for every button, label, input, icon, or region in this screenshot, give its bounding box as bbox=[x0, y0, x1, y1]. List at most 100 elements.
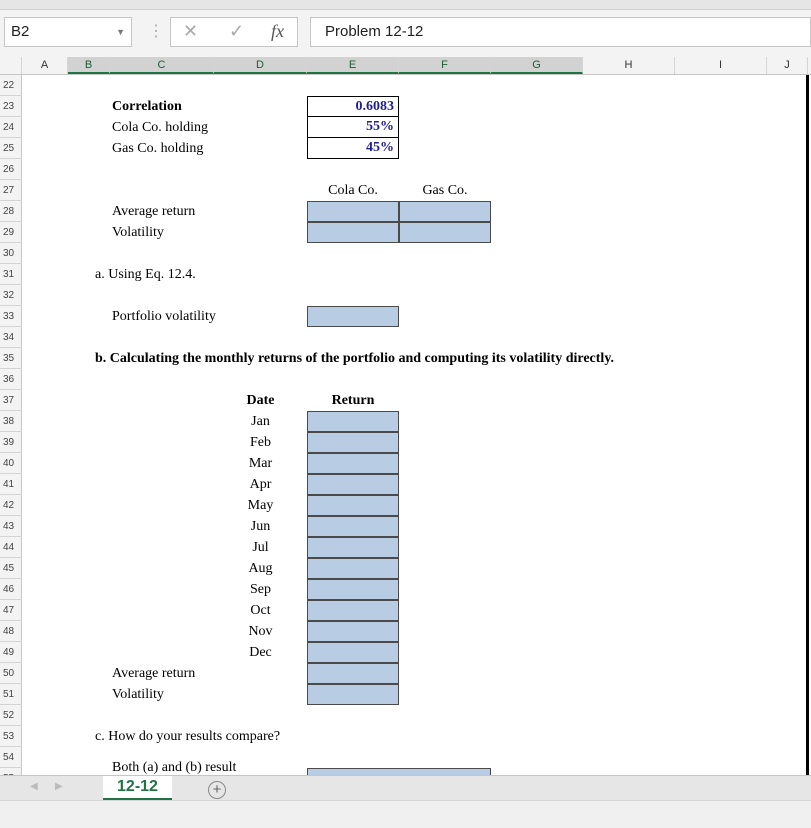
row-header-40[interactable]: 40 bbox=[0, 453, 22, 474]
row-header-46[interactable]: 46 bbox=[0, 579, 22, 600]
row-header-48[interactable]: 48 bbox=[0, 621, 22, 642]
row-header-22[interactable]: 22 bbox=[0, 75, 22, 96]
row-header-25[interactable]: 25 bbox=[0, 138, 22, 159]
column-header-I[interactable]: I bbox=[675, 57, 767, 74]
row-header-49[interactable]: 49 bbox=[0, 642, 22, 663]
scroll-left-icon[interactable]: ◀ bbox=[30, 781, 38, 792]
row-header-55[interactable]: 55 bbox=[0, 768, 22, 775]
more-options-icon[interactable]: ⋮ bbox=[148, 21, 164, 41]
month-label: Jul bbox=[252, 540, 269, 555]
volatility-label-b: Volatility bbox=[112, 687, 164, 702]
column-header-F[interactable]: F bbox=[399, 57, 491, 74]
part-c-answer-label: Both (a) and (b) result bbox=[112, 760, 237, 775]
row-header-47[interactable]: 47 bbox=[0, 600, 22, 621]
gas-average-return-cell[interactable] bbox=[399, 201, 491, 222]
cola-volatility-cell[interactable] bbox=[307, 222, 399, 243]
add-sheet-icon[interactable]: + bbox=[208, 781, 226, 799]
row-header-31[interactable]: 31 bbox=[0, 264, 22, 285]
spreadsheet-grid[interactable]: 22 23 24 25 26 27 28 29 30 31 32 33 34 35 36 37 38 39 40 41… bbox=[0, 75, 811, 775]
monthly-return-cell[interactable] bbox=[307, 579, 399, 600]
average-return-label-b: Average return bbox=[112, 666, 196, 681]
gas-holding-cell[interactable]: 45% bbox=[307, 138, 399, 159]
cola-holding-cell[interactable]: 55% bbox=[307, 117, 399, 138]
row-header-24[interactable]: 24 bbox=[0, 117, 22, 138]
formula-input[interactable]: Problem 12-12 bbox=[310, 17, 811, 47]
part-b-title: b. Calculating the monthly returns of th… bbox=[95, 351, 615, 366]
name-box[interactable]: B2 ▼ bbox=[4, 17, 132, 47]
portfolio-average-return-cell[interactable] bbox=[307, 663, 399, 684]
row-header-34[interactable]: 34 bbox=[0, 327, 22, 348]
cancel-icon[interactable]: ✕ bbox=[183, 21, 198, 42]
window-top-strip bbox=[0, 0, 811, 10]
month-label: Feb bbox=[250, 435, 271, 450]
chevron-down-icon[interactable]: ▼ bbox=[116, 18, 125, 46]
row-header-38[interactable]: 38 bbox=[0, 411, 22, 432]
cola-average-return-cell[interactable] bbox=[307, 201, 399, 222]
row-header-26[interactable]: 26 bbox=[0, 159, 22, 180]
monthly-return-cell[interactable] bbox=[307, 558, 399, 579]
monthly-return-cell[interactable] bbox=[307, 600, 399, 621]
row-header-50[interactable]: 50 bbox=[0, 663, 22, 684]
row-header-27[interactable]: 27 bbox=[0, 180, 22, 201]
gas-volatility-cell[interactable] bbox=[399, 222, 491, 243]
monthly-return-cell[interactable] bbox=[307, 642, 399, 663]
row-header-37[interactable]: 37 bbox=[0, 390, 22, 411]
monthly-return-cell[interactable] bbox=[307, 453, 399, 474]
part-c-answer-cell[interactable] bbox=[307, 768, 491, 775]
row-header-36[interactable]: 36 bbox=[0, 369, 22, 390]
month-label: Oct bbox=[250, 603, 271, 618]
row-header-52[interactable]: 52 bbox=[0, 705, 22, 726]
month-label: Jan bbox=[251, 414, 270, 429]
return-header: Return bbox=[331, 393, 375, 408]
column-header-B[interactable]: B bbox=[68, 57, 110, 74]
monthly-return-cell[interactable] bbox=[307, 411, 399, 432]
sheet-tab-12-12[interactable]: 12-12 bbox=[103, 776, 172, 800]
column-header-G[interactable]: G bbox=[491, 57, 583, 74]
row-header-54[interactable]: 54 bbox=[0, 747, 22, 768]
monthly-return-cell[interactable] bbox=[307, 495, 399, 516]
row-header-43[interactable]: 43 bbox=[0, 516, 22, 537]
column-header-H[interactable]: H bbox=[583, 57, 675, 74]
row-header-28[interactable]: 28 bbox=[0, 201, 22, 222]
select-all-button[interactable] bbox=[0, 57, 22, 74]
row-header-30[interactable]: 30 bbox=[0, 243, 22, 264]
month-label: Apr bbox=[249, 477, 272, 492]
portfolio-volatility-direct-cell[interactable] bbox=[307, 684, 399, 705]
part-c-title: c. How do your results compare? bbox=[95, 729, 281, 744]
monthly-return-cell[interactable] bbox=[307, 621, 399, 642]
row-header-29[interactable]: 29 bbox=[0, 222, 22, 243]
scroll-right-icon[interactable]: ▶ bbox=[55, 781, 63, 792]
month-label: Jun bbox=[250, 519, 271, 534]
monthly-return-cell[interactable] bbox=[307, 432, 399, 453]
row-header-23[interactable]: 23 bbox=[0, 96, 22, 117]
column-header-C[interactable]: C bbox=[110, 57, 214, 74]
row-header-51[interactable]: 51 bbox=[0, 684, 22, 705]
print-area-border bbox=[806, 75, 809, 775]
column-header-J[interactable]: J bbox=[767, 57, 808, 74]
monthly-return-cell[interactable] bbox=[307, 537, 399, 558]
column-header-A[interactable]: A bbox=[22, 57, 68, 74]
row-header-45[interactable]: 45 bbox=[0, 558, 22, 579]
row-headers: 22 23 24 25 26 27 28 29 30 31 32 33 34 35 36 37 38 39 40 41… bbox=[0, 75, 22, 775]
row-header-39[interactable]: 39 bbox=[0, 432, 22, 453]
row-header-32[interactable]: 32 bbox=[0, 285, 22, 306]
correlation-label: Correlation bbox=[112, 99, 182, 114]
row-header-35[interactable]: 35 bbox=[0, 348, 22, 369]
monthly-return-cell[interactable] bbox=[307, 516, 399, 537]
enter-icon[interactable]: ✓ bbox=[229, 21, 244, 42]
row-header-44[interactable]: 44 bbox=[0, 537, 22, 558]
column-header-D[interactable]: D bbox=[214, 57, 307, 74]
status-bar bbox=[0, 800, 811, 828]
row-header-41[interactable]: 41 bbox=[0, 474, 22, 495]
month-label: Sep bbox=[250, 582, 271, 597]
insert-function-icon[interactable]: fx bbox=[271, 21, 284, 42]
row-header-53[interactable]: 53 bbox=[0, 726, 22, 747]
row-header-33[interactable]: 33 bbox=[0, 306, 22, 327]
monthly-return-cell[interactable] bbox=[307, 474, 399, 495]
portfolio-volatility-cell[interactable] bbox=[307, 306, 399, 327]
column-header-E[interactable]: E bbox=[307, 57, 399, 74]
month-label: Aug bbox=[248, 561, 273, 576]
month-label: Nov bbox=[248, 624, 273, 639]
correlation-cell[interactable]: 0.6083 bbox=[307, 96, 399, 117]
row-header-42[interactable]: 42 bbox=[0, 495, 22, 516]
